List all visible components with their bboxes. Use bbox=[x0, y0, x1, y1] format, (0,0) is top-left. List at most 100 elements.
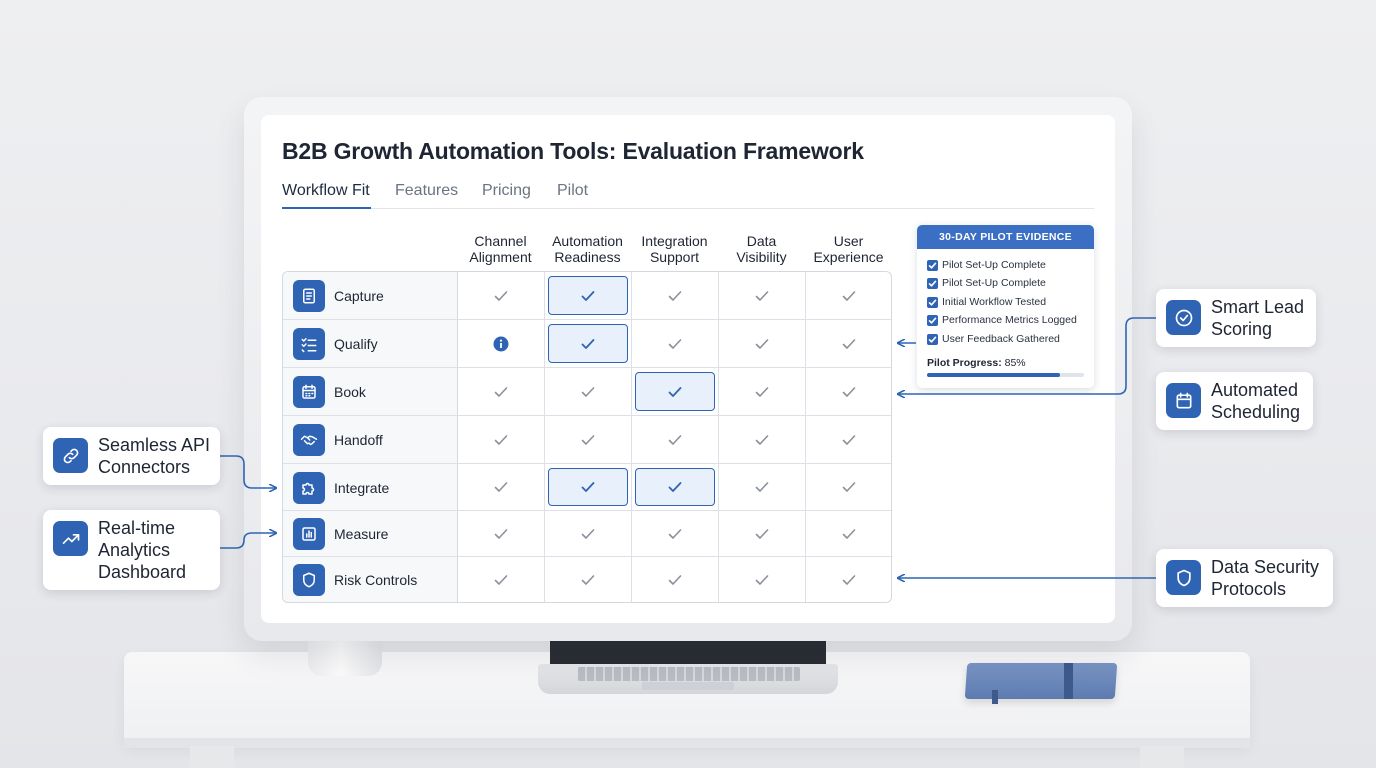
matrix-cell-risk-controls-data[interactable] bbox=[719, 557, 806, 602]
row-label: Measure bbox=[334, 526, 389, 542]
column-header-line: Alignment bbox=[469, 249, 532, 265]
matrix-cell-capture-data[interactable] bbox=[719, 272, 806, 319]
matrix-cell-book-channel[interactable] bbox=[458, 368, 545, 415]
desk-edge bbox=[124, 738, 1250, 748]
callout-line: Smart Lead bbox=[1211, 297, 1305, 317]
callout-text: Smart Lead Scoring bbox=[1211, 296, 1304, 340]
check-circle-icon bbox=[1166, 300, 1201, 335]
row-label: Risk Controls bbox=[334, 572, 418, 588]
matrix-cell-risk-controls-integration[interactable] bbox=[632, 557, 719, 602]
callout-automated-scheduling: Automated Scheduling bbox=[1156, 372, 1313, 430]
pilot-progress-label: Pilot Progress: 85% bbox=[927, 357, 1026, 369]
column-header-line: Visibility bbox=[736, 249, 787, 265]
column-header-channel-alignment: Channel Alignment bbox=[457, 233, 544, 265]
matrix-cell-qualify-integration[interactable] bbox=[632, 320, 719, 367]
column-header-line: Support bbox=[649, 249, 700, 265]
matrix-cell-book-data[interactable] bbox=[719, 368, 806, 415]
tab-workflow-fit[interactable]: Workflow Fit bbox=[282, 182, 371, 209]
matrix-cell-risk-controls-automation[interactable] bbox=[545, 557, 632, 602]
matrix-cell-measure-channel[interactable] bbox=[458, 511, 545, 556]
matrix-cell-qualify-data[interactable] bbox=[719, 320, 806, 367]
checkbox-checked-icon[interactable] bbox=[927, 333, 938, 345]
matrix-cell-capture-channel[interactable] bbox=[458, 272, 545, 319]
matrix-cell-book-integration[interactable] bbox=[632, 368, 719, 415]
matrix-cell-qualify-user[interactable] bbox=[806, 320, 891, 367]
matrix-cell-risk-controls-user[interactable] bbox=[806, 557, 891, 602]
laptop-keyboard bbox=[578, 667, 800, 681]
checkbox-checked-icon[interactable] bbox=[927, 260, 938, 271]
desk-leg bbox=[190, 746, 234, 768]
matrix-cell-risk-controls-channel[interactable] bbox=[458, 557, 545, 602]
row-header: Measure bbox=[283, 511, 458, 556]
column-header-line: User bbox=[833, 233, 864, 249]
shield-icon bbox=[293, 564, 325, 596]
matrix-cell-integrate-integration[interactable] bbox=[632, 464, 719, 510]
matrix-cell-handoff-automation[interactable] bbox=[545, 416, 632, 463]
table-row-capture[interactable]: Capture bbox=[283, 272, 891, 320]
matrix-cell-book-automation[interactable] bbox=[545, 368, 632, 415]
callout-text: Data Security Protocols bbox=[1211, 556, 1319, 600]
pilot-progress-value: 85% bbox=[1004, 357, 1026, 369]
checkbox-checked-icon[interactable] bbox=[927, 296, 938, 308]
checkbox-checked-icon[interactable] bbox=[927, 278, 938, 290]
tab-bar: Workflow Fit Features Pricing Pilot bbox=[282, 182, 1094, 209]
scene-background: B2B Growth Automation Tools: Evaluation … bbox=[0, 0, 1376, 768]
checklist-icon bbox=[293, 328, 325, 360]
tab-features[interactable]: Features bbox=[395, 182, 458, 209]
matrix-cell-measure-user[interactable] bbox=[806, 511, 891, 556]
matrix-cell-capture-integration[interactable] bbox=[632, 272, 719, 319]
matrix-cell-capture-user[interactable] bbox=[806, 272, 891, 319]
matrix-cell-book-user[interactable] bbox=[806, 368, 891, 415]
callout-line: Real-time bbox=[98, 518, 176, 538]
table-row-risk-controls[interactable]: Risk Controls bbox=[283, 557, 891, 602]
matrix-cell-qualify-channel[interactable] bbox=[458, 320, 545, 367]
table-row-handoff[interactable]: Handoff bbox=[283, 416, 891, 464]
callout-text: Automated Scheduling bbox=[1211, 379, 1300, 423]
notebook-ribbon bbox=[992, 690, 998, 704]
table-row-measure[interactable]: Measure bbox=[283, 511, 891, 557]
table-row-qualify[interactable]: Qualify bbox=[283, 320, 891, 368]
column-header-user-experience: User Experience bbox=[805, 233, 892, 265]
notebook bbox=[964, 663, 1118, 699]
matrix-cell-integrate-automation[interactable] bbox=[545, 464, 632, 510]
calendar-icon bbox=[293, 376, 325, 408]
pilot-progress-caption: Pilot Progress: bbox=[927, 357, 1002, 369]
trend-icon bbox=[53, 521, 88, 556]
tab-pricing[interactable]: Pricing bbox=[482, 182, 531, 209]
row-header: Qualify bbox=[283, 320, 458, 367]
row-label: Capture bbox=[334, 288, 384, 304]
matrix-cell-integrate-user[interactable] bbox=[806, 464, 891, 510]
matrix-cell-capture-automation[interactable] bbox=[545, 272, 632, 319]
callout-seamless-api-connectors: Seamless API Connectors bbox=[43, 427, 220, 485]
matrix-cell-integrate-data[interactable] bbox=[719, 464, 806, 510]
shield-icon bbox=[1166, 560, 1201, 595]
row-label: Handoff bbox=[334, 432, 383, 448]
callout-text: Seamless API Connectors bbox=[98, 434, 210, 478]
callout-line: Automated bbox=[1211, 380, 1299, 400]
bar-chart-icon bbox=[293, 518, 325, 550]
column-header-automation-readiness: Automation Readiness bbox=[544, 233, 631, 265]
matrix-cell-measure-integration[interactable] bbox=[632, 511, 719, 556]
matrix-cell-integrate-channel[interactable] bbox=[458, 464, 545, 510]
matrix-cell-handoff-data[interactable] bbox=[719, 416, 806, 463]
matrix-cell-measure-data[interactable] bbox=[719, 511, 806, 556]
row-header: Capture bbox=[283, 272, 458, 319]
column-header-line: Channel bbox=[474, 233, 527, 249]
column-header-integration-support: Integration Support bbox=[631, 233, 718, 265]
row-label: Qualify bbox=[334, 336, 378, 352]
callout-line: Scoring bbox=[1211, 319, 1273, 339]
matrix-cell-handoff-integration[interactable] bbox=[632, 416, 719, 463]
matrix-cell-handoff-user[interactable] bbox=[806, 416, 891, 463]
tab-pilot[interactable]: Pilot bbox=[557, 182, 588, 209]
callout-real-time-analytics-dashboard: Real-time Analytics Dashboard bbox=[43, 510, 220, 590]
row-label: Book bbox=[334, 384, 366, 400]
callout-line: Dashboard bbox=[98, 562, 187, 582]
table-row-integrate[interactable]: Integrate bbox=[283, 464, 891, 511]
callout-line: Scheduling bbox=[1211, 402, 1301, 422]
matrix-cell-handoff-channel[interactable] bbox=[458, 416, 545, 463]
checkbox-checked-icon[interactable] bbox=[927, 315, 938, 327]
matrix-cell-qualify-automation[interactable] bbox=[545, 320, 632, 367]
evaluation-matrix: Capture Qualify Book Handoff Integrate Measur… bbox=[282, 271, 892, 603]
table-row-book[interactable]: Book bbox=[283, 368, 891, 416]
matrix-cell-measure-automation[interactable] bbox=[545, 511, 632, 556]
